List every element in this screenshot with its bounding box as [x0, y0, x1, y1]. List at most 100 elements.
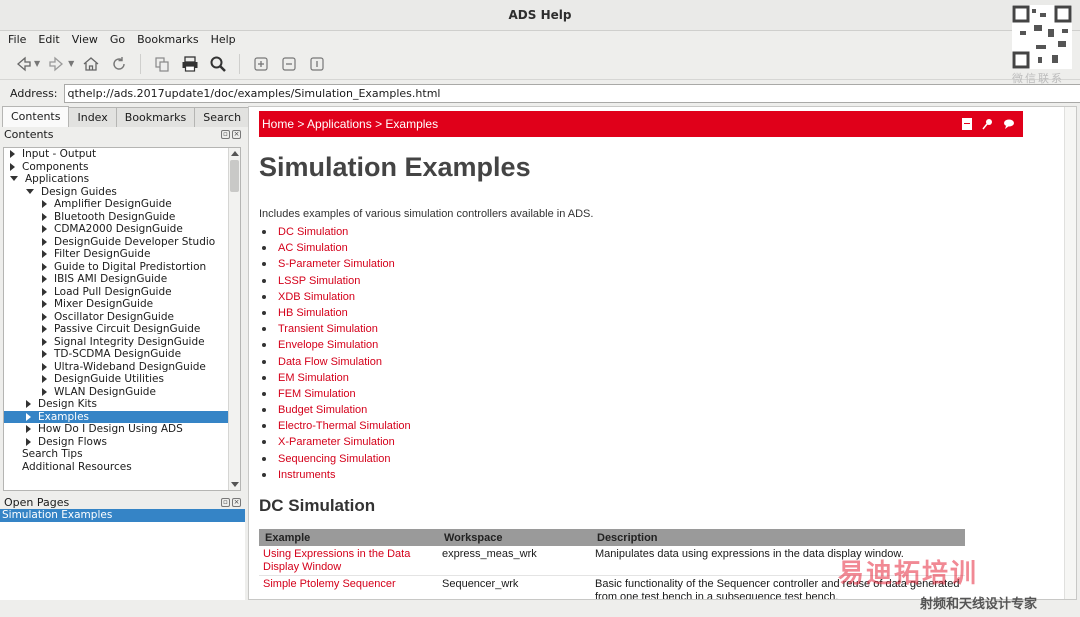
home-icon[interactable]	[80, 53, 102, 75]
dock-float-icon[interactable]: ▫	[221, 129, 230, 139]
simulation-link[interactable]: LSSP Simulation	[262, 273, 411, 289]
scroll-thumb[interactable]	[230, 160, 239, 192]
tree-item[interactable]: Filter DesignGuide	[4, 248, 240, 261]
tree-item[interactable]: Examples	[4, 410, 240, 423]
simulation-link[interactable]: DC Simulation	[262, 224, 411, 240]
chevron-right-icon[interactable]	[26, 425, 31, 433]
example-link[interactable]: Simple Ptolemy Sequencer	[259, 575, 438, 599]
address-input[interactable]	[63, 83, 1080, 103]
comment-icon[interactable]	[1002, 117, 1015, 130]
search-icon[interactable]	[207, 53, 229, 75]
chevron-right-icon[interactable]	[42, 275, 47, 283]
menu-file[interactable]: File	[8, 31, 26, 48]
pdf-icon[interactable]	[960, 117, 973, 130]
simulation-link[interactable]: HB Simulation	[262, 305, 411, 321]
simulation-link[interactable]: Sequencing Simulation	[262, 451, 411, 467]
tree-item[interactable]: WLAN DesignGuide	[4, 386, 240, 399]
tree-item[interactable]: TD-SCDMA DesignGuide	[4, 348, 240, 361]
menu-help[interactable]: Help	[211, 31, 236, 48]
simulation-link[interactable]: EM Simulation	[262, 370, 411, 386]
tree-item[interactable]: Additional Resources	[4, 461, 240, 474]
tree-item[interactable]: Design Guides	[4, 186, 240, 199]
simulation-link[interactable]: AC Simulation	[262, 240, 411, 256]
chevron-right-icon[interactable]	[42, 337, 47, 346]
simulation-link[interactable]: FEM Simulation	[262, 386, 411, 402]
chevron-right-icon[interactable]	[26, 437, 31, 446]
chevron-down-icon[interactable]	[26, 188, 34, 194]
chevron-right-icon[interactable]	[42, 387, 47, 396]
simulation-link[interactable]: S-Parameter Simulation	[262, 256, 411, 272]
tree-item[interactable]: Load Pull DesignGuide	[4, 286, 240, 299]
open-page-item[interactable]: Simulation Examples	[0, 509, 245, 522]
contents-scrollbar[interactable]	[228, 148, 240, 490]
tab-index[interactable]: Index	[68, 107, 117, 127]
simulation-link[interactable]: Envelope Simulation	[262, 337, 411, 353]
back-menu-chevron-down-icon[interactable]: ▼	[34, 59, 40, 68]
tree-item[interactable]: Design Kits	[4, 398, 240, 411]
reload-icon[interactable]	[108, 53, 130, 75]
tree-item[interactable]: Passive Circuit DesignGuide	[4, 323, 240, 336]
chevron-right-icon[interactable]	[42, 350, 47, 358]
chevron-right-icon[interactable]	[42, 287, 47, 296]
simulation-link[interactable]: Instruments	[262, 467, 411, 483]
tree-item[interactable]: Amplifier DesignGuide	[4, 198, 240, 211]
simulation-link[interactable]: Budget Simulation	[262, 402, 411, 418]
menu-view[interactable]: View	[72, 31, 98, 48]
chevron-right-icon[interactable]	[42, 237, 47, 246]
chevron-down-icon[interactable]	[10, 176, 18, 181]
tree-item[interactable]: Search Tips	[4, 448, 240, 461]
simulation-link[interactable]: Electro-Thermal Simulation	[262, 418, 411, 434]
menu-bookmarks[interactable]: Bookmarks	[137, 31, 198, 48]
reset-zoom-icon[interactable]	[306, 53, 328, 75]
tree-item[interactable]: Bluetooth DesignGuide	[4, 211, 240, 224]
chevron-right-icon[interactable]	[10, 150, 15, 158]
breadcrumb[interactable]: Home > Applications > Examples	[262, 117, 438, 131]
content-scrollbar[interactable]	[1064, 107, 1076, 599]
tree-item[interactable]: How Do I Design Using ADS	[4, 423, 240, 436]
dock-close-icon[interactable]: ×	[232, 497, 241, 507]
chevron-right-icon[interactable]	[42, 250, 47, 258]
pin-icon[interactable]	[981, 117, 994, 130]
chevron-right-icon[interactable]	[42, 262, 47, 271]
tree-item[interactable]: Applications	[4, 173, 240, 186]
forward-icon[interactable]	[46, 53, 68, 75]
forward-menu-chevron-down-icon[interactable]: ▼	[68, 59, 74, 68]
dock-close-icon[interactable]: ×	[232, 129, 241, 139]
tree-item[interactable]: Ultra-Wideband DesignGuide	[4, 361, 240, 374]
print-icon[interactable]	[179, 53, 201, 75]
tree-item[interactable]: Components	[4, 161, 240, 174]
scroll-down-icon[interactable]	[231, 482, 239, 487]
chevron-right-icon[interactable]	[26, 412, 31, 421]
chevron-right-icon[interactable]	[26, 400, 31, 408]
simulation-link[interactable]: XDB Simulation	[262, 289, 411, 305]
chevron-right-icon[interactable]	[42, 200, 47, 208]
menu-go[interactable]: Go	[110, 31, 125, 48]
back-icon[interactable]	[12, 53, 34, 75]
chevron-right-icon[interactable]	[42, 362, 47, 371]
chevron-right-icon[interactable]	[42, 225, 47, 233]
tab-contents[interactable]: Contents	[2, 106, 70, 127]
chevron-right-icon[interactable]	[42, 325, 47, 333]
tree-item[interactable]: CDMA2000 DesignGuide	[4, 223, 240, 236]
tab-search[interactable]: Search	[194, 107, 251, 127]
tree-item[interactable]: Guide to Digital Predistortion	[4, 261, 240, 274]
menu-edit[interactable]: Edit	[38, 31, 59, 48]
tree-item[interactable]: IBIS AMI DesignGuide	[4, 273, 240, 286]
tab-bookmarks[interactable]: Bookmarks	[115, 107, 196, 127]
dock-float-icon[interactable]: ▫	[221, 497, 230, 507]
example-link[interactable]: Using Expressions in the Data Display Wi…	[259, 546, 438, 576]
tree-item[interactable]: Oscillator DesignGuide	[4, 311, 240, 324]
chevron-right-icon[interactable]	[42, 300, 47, 308]
scroll-up-icon[interactable]	[231, 151, 239, 156]
simulation-link[interactable]: Transient Simulation	[262, 321, 411, 337]
chevron-right-icon[interactable]	[10, 162, 15, 171]
tree-item[interactable]: Mixer DesignGuide	[4, 298, 240, 311]
zoom-out-icon[interactable]	[278, 53, 300, 75]
copy-icon[interactable]	[151, 53, 173, 75]
chevron-right-icon[interactable]	[42, 212, 47, 221]
simulation-link[interactable]: X-Parameter Simulation	[262, 434, 411, 450]
tree-item[interactable]: Design Flows	[4, 436, 240, 449]
zoom-in-icon[interactable]	[250, 53, 272, 75]
simulation-link[interactable]: Data Flow Simulation	[262, 354, 411, 370]
tree-item[interactable]: Signal Integrity DesignGuide	[4, 336, 240, 349]
